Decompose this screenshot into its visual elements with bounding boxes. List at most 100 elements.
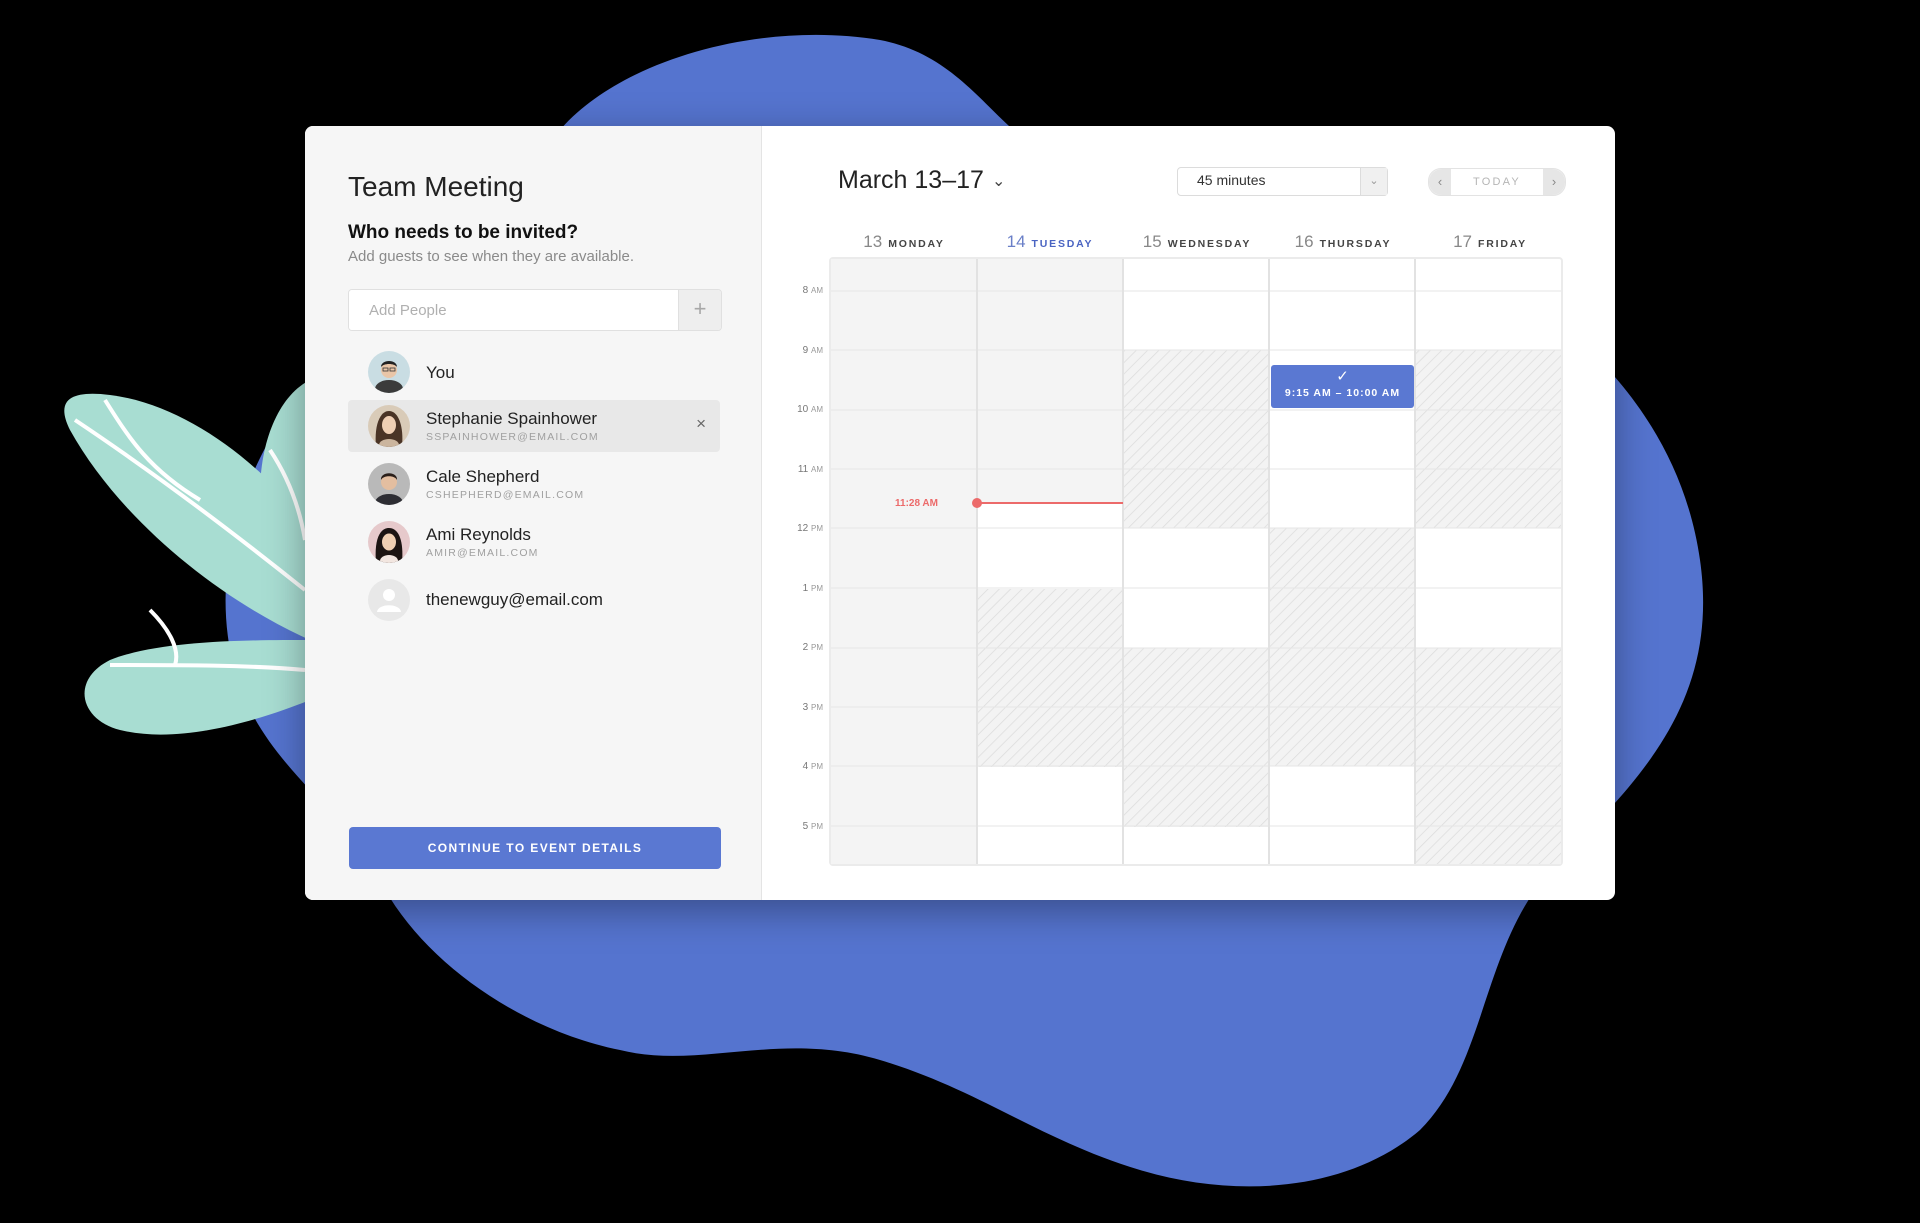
hour-label: 2 PM bbox=[775, 642, 823, 653]
add-person-button[interactable]: + bbox=[678, 290, 721, 330]
person-avatar-icon bbox=[368, 521, 410, 563]
calendar-grid[interactable] bbox=[829, 257, 1563, 866]
selected-time-slot[interactable]: ✓ 9:15 AM – 10:00 AM bbox=[1271, 365, 1414, 408]
hour-meridiem: PM bbox=[811, 762, 823, 771]
hour-meridiem: PM bbox=[811, 703, 823, 712]
hour-number: 8 bbox=[802, 285, 809, 296]
person-avatar-icon bbox=[368, 405, 410, 447]
invite-hint: Add guests to see when they are availabl… bbox=[348, 248, 635, 265]
plus-icon: + bbox=[693, 296, 707, 321]
person-email: AMIR@EMAIL.COM bbox=[426, 547, 539, 559]
prev-week-button[interactable]: ‹ bbox=[1429, 169, 1451, 195]
day-header-tuesday: 14 TUESDAY bbox=[977, 232, 1123, 252]
duration-value: 45 minutes bbox=[1197, 172, 1266, 188]
hour-number: 1 bbox=[802, 583, 809, 594]
person-name: Stephanie Spainhower bbox=[426, 409, 598, 428]
day-header-thursday: 16 THURSDAY bbox=[1270, 232, 1416, 252]
invite-question: Who needs to be invited? bbox=[348, 222, 579, 243]
avatar bbox=[368, 405, 410, 447]
hour-label: 4 PM bbox=[775, 761, 823, 772]
hour-number: 4 bbox=[802, 761, 809, 772]
day-name: TUESDAY bbox=[1031, 238, 1094, 250]
hour-label: 3 PM bbox=[775, 702, 823, 713]
hour-number: 11 bbox=[797, 464, 809, 475]
hour-meridiem: PM bbox=[811, 822, 823, 831]
next-week-button[interactable]: › bbox=[1543, 169, 1565, 195]
chevron-down-icon: ⌄ bbox=[1360, 168, 1387, 195]
day-name: WEDNESDAY bbox=[1167, 238, 1252, 250]
date-range-label[interactable]: March 13–17 bbox=[838, 166, 984, 195]
hour-number: 9 bbox=[802, 345, 809, 356]
hour-number: 10 bbox=[797, 404, 809, 415]
busy-block bbox=[977, 589, 1123, 767]
avatar bbox=[368, 351, 410, 393]
hour-meridiem: AM bbox=[811, 405, 823, 414]
past-block bbox=[977, 259, 1123, 503]
hour-label: 9 AM bbox=[775, 345, 823, 356]
hour-meridiem: AM bbox=[811, 346, 823, 355]
add-people-field: + bbox=[348, 289, 722, 331]
hour-number: 3 bbox=[802, 702, 809, 713]
hour-label: 11 AM bbox=[775, 464, 823, 475]
busy-block bbox=[1123, 648, 1269, 827]
day-name: FRIDAY bbox=[1478, 238, 1527, 250]
remove-person-button[interactable]: × bbox=[696, 414, 706, 434]
placeholder-avatar-icon bbox=[368, 579, 410, 621]
check-icon: ✓ bbox=[1336, 368, 1349, 385]
busy-block bbox=[1415, 648, 1561, 864]
avatar bbox=[368, 579, 410, 621]
person-row-cale[interactable]: Cale Shepherd CSHEPHERD@EMAIL.COM bbox=[348, 458, 720, 510]
leaf-illustration bbox=[64, 380, 320, 735]
chevron-down-icon[interactable]: ⌄ bbox=[992, 171, 1005, 191]
hour-number: 2 bbox=[802, 642, 809, 653]
current-time-dot bbox=[972, 498, 982, 508]
hour-meridiem: PM bbox=[811, 524, 823, 533]
current-time-label: 11:28 AM bbox=[895, 498, 938, 509]
hour-label: 1 PM bbox=[775, 583, 823, 594]
person-name: Cale Shepherd bbox=[426, 467, 540, 486]
busy-block bbox=[1415, 350, 1561, 528]
meeting-title: Team Meeting bbox=[348, 171, 524, 202]
continue-button[interactable]: CONTINUE TO EVENT DETAILS bbox=[349, 827, 721, 869]
hour-number: 12 bbox=[797, 523, 809, 534]
avatar bbox=[368, 463, 410, 505]
duration-select[interactable]: 45 minutes ⌄ bbox=[1177, 167, 1388, 196]
hour-label: 10 AM bbox=[775, 404, 823, 415]
person-email: SSPAINHOWER@EMAIL.COM bbox=[426, 431, 599, 443]
day-header-monday: 13 MONDAY bbox=[831, 232, 977, 252]
chevron-left-icon: ‹ bbox=[1437, 174, 1443, 189]
person-row-stephanie[interactable]: Stephanie Spainhower SSPAINHOWER@EMAIL.C… bbox=[348, 400, 720, 452]
slot-time: 9:15 AM – 10:00 AM bbox=[1284, 387, 1401, 399]
person-name: Ami Reynolds bbox=[426, 525, 531, 544]
hour-label: 5 PM bbox=[775, 821, 823, 832]
hour-meridiem: AM bbox=[811, 465, 823, 474]
close-icon: × bbox=[696, 414, 706, 433]
add-people-input[interactable] bbox=[349, 290, 669, 330]
hour-meridiem: PM bbox=[811, 584, 823, 593]
scheduler-card: Team Meeting Who needs to be invited? Ad… bbox=[305, 126, 1615, 900]
person-row-ami[interactable]: Ami Reynolds AMIR@EMAIL.COM bbox=[348, 516, 720, 568]
person-email: CSHEPHERD@EMAIL.COM bbox=[426, 489, 585, 501]
person-name: You bbox=[426, 363, 455, 382]
hour-label: 8 AM bbox=[775, 285, 823, 296]
day-header-wednesday: 15 WEDNESDAY bbox=[1124, 232, 1270, 252]
hour-label: 12 PM bbox=[775, 523, 823, 534]
week-navigation: ‹ TODAY › bbox=[1428, 168, 1566, 196]
person-row-you[interactable]: You bbox=[348, 346, 720, 398]
availability-grid bbox=[831, 259, 1561, 864]
day-number: 13 bbox=[863, 232, 883, 251]
person-avatar-icon bbox=[368, 463, 410, 505]
day-number: 16 bbox=[1294, 232, 1314, 251]
person-avatar-icon bbox=[368, 351, 410, 393]
busy-block bbox=[1123, 350, 1269, 528]
chevron-right-icon: › bbox=[1551, 174, 1557, 189]
day-header-friday: 17 FRIDAY bbox=[1417, 232, 1563, 252]
busy-block bbox=[1269, 528, 1415, 766]
day-name: MONDAY bbox=[888, 238, 945, 250]
today-button[interactable]: TODAY bbox=[1451, 169, 1543, 195]
day-number: 17 bbox=[1453, 232, 1472, 251]
person-row-newguy[interactable]: thenewguy@email.com bbox=[348, 574, 720, 626]
invite-panel: Team Meeting Who needs to be invited? Ad… bbox=[305, 126, 762, 900]
day-number: 14 bbox=[1006, 232, 1026, 251]
hour-meridiem: PM bbox=[811, 643, 823, 652]
